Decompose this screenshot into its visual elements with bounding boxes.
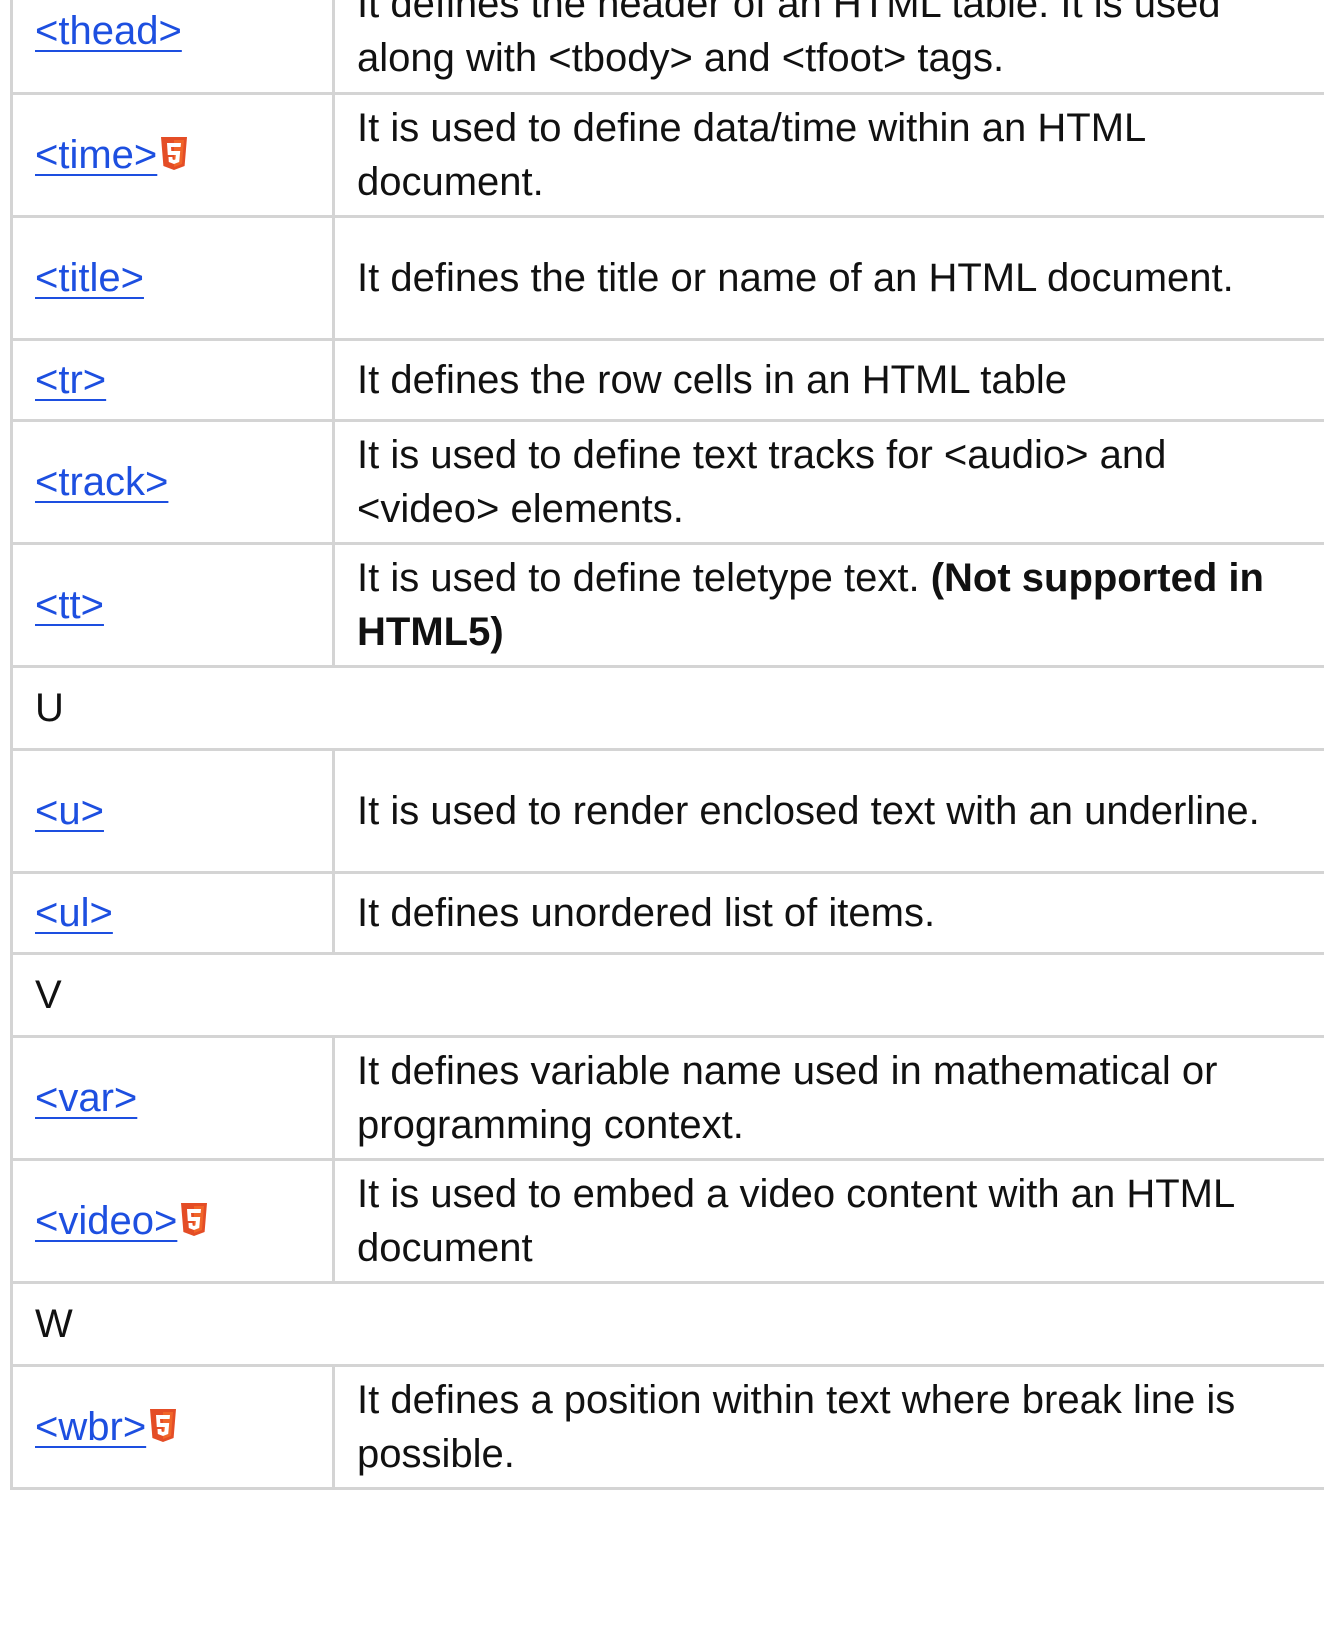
table-row: <wbr> It defines a position within text …: [10, 1363, 1324, 1490]
tag-link-thead[interactable]: <thead>: [35, 9, 182, 53]
table-row: <track> It is used to define text tracks…: [10, 418, 1324, 545]
tag-cell: <title>: [10, 214, 334, 341]
html5-badge-icon: [150, 1408, 177, 1442]
letter-heading: U: [10, 664, 1324, 751]
table-row: <tt> It is used to define teletype text.…: [10, 541, 1324, 668]
table-row: <ul> It defines unordered list of items.: [10, 870, 1324, 955]
description-text: It is used to render enclosed text with …: [357, 788, 1260, 833]
letter-row: W: [10, 1280, 1324, 1367]
description-text: It defines a position within text where …: [357, 1377, 1236, 1476]
table-row: <time> It is used to define data/time wi…: [10, 91, 1324, 218]
description-cell: It defines unordered list of items.: [332, 870, 1324, 955]
description-cell: It defines the header of an HTML table. …: [332, 0, 1324, 95]
html5-badge-icon: [181, 1202, 208, 1236]
tag-cell: <thead>: [10, 0, 334, 95]
tag-cell: <tr>: [10, 337, 334, 422]
table-row: <thead> It defines the header of an HTML…: [10, 0, 1324, 95]
tag-link-tr[interactable]: <tr>: [35, 358, 106, 402]
table-row: <tr> It defines the row cells in an HTML…: [10, 337, 1324, 422]
tags-table: <thead> It defines the header of an HTML…: [10, 0, 1324, 1490]
description-cell: It defines variable name used in mathema…: [332, 1034, 1324, 1161]
tag-cell: <tt>: [10, 541, 334, 668]
letter-row: V: [10, 951, 1324, 1038]
description-cell: It defines the row cells in an HTML tabl…: [332, 337, 1324, 422]
description-cell: It is used to define data/time within an…: [332, 91, 1324, 218]
description-cell: It is used to embed a video content with…: [332, 1157, 1324, 1284]
tag-link-title[interactable]: <title>: [35, 256, 144, 300]
tag-link-u[interactable]: <u>: [35, 789, 104, 833]
tag-link-ul[interactable]: <ul>: [35, 891, 113, 935]
description-text: It is used to embed a video content with…: [357, 1171, 1234, 1270]
tag-cell: <ul>: [10, 870, 334, 955]
description-cell: It is used to render enclosed text with …: [332, 747, 1324, 874]
letter-heading: V: [10, 951, 1324, 1038]
description-cell: It defines the title or name of an HTML …: [332, 214, 1324, 341]
description-text: It is used to define text tracks for <au…: [357, 432, 1167, 531]
tag-cell: <track>: [10, 418, 334, 545]
letter-row: U: [10, 664, 1324, 751]
tag-link-track[interactable]: <track>: [35, 460, 168, 504]
table-row: <video> It is used to embed a video cont…: [10, 1157, 1324, 1284]
description-text: It is used to define data/time within an…: [357, 105, 1145, 204]
description-cell: It defines a position within text where …: [332, 1363, 1324, 1490]
description-text: It defines the row cells in an HTML tabl…: [357, 357, 1067, 402]
description-text: It is used to define teletype text.: [357, 555, 920, 600]
tag-link-time[interactable]: <time>: [35, 133, 157, 177]
table-row: <title> It defines the title or name of …: [10, 214, 1324, 341]
table-row: <var> It defines variable name used in m…: [10, 1034, 1324, 1161]
description-cell: It is used to define teletype text. (Not…: [332, 541, 1324, 668]
description-text: It defines variable name used in mathema…: [357, 1048, 1218, 1147]
tag-link-video[interactable]: <video>: [35, 1199, 177, 1243]
description-text: It defines the title or name of an HTML …: [357, 255, 1234, 300]
html-tag-reference: <thead> It defines the header of an HTML…: [10, 0, 1324, 1490]
letter-heading: W: [10, 1280, 1324, 1367]
description-text: It defines unordered list of items.: [357, 890, 936, 935]
table-row: <u> It is used to render enclosed text w…: [10, 747, 1324, 874]
tag-cell: <wbr>: [10, 1363, 334, 1490]
tag-link-var[interactable]: <var>: [35, 1076, 137, 1120]
html5-badge-icon: [161, 136, 188, 170]
tag-cell: <video>: [10, 1157, 334, 1284]
tag-link-tt[interactable]: <tt>: [35, 583, 104, 627]
tag-cell: <var>: [10, 1034, 334, 1161]
tag-link-wbr[interactable]: <wbr>: [35, 1405, 146, 1449]
tag-cell: <time>: [10, 91, 334, 218]
tag-cell: <u>: [10, 747, 334, 874]
description-cell: It is used to define text tracks for <au…: [332, 418, 1324, 545]
description-text: It defines the header of an HTML table. …: [357, 0, 1221, 80]
